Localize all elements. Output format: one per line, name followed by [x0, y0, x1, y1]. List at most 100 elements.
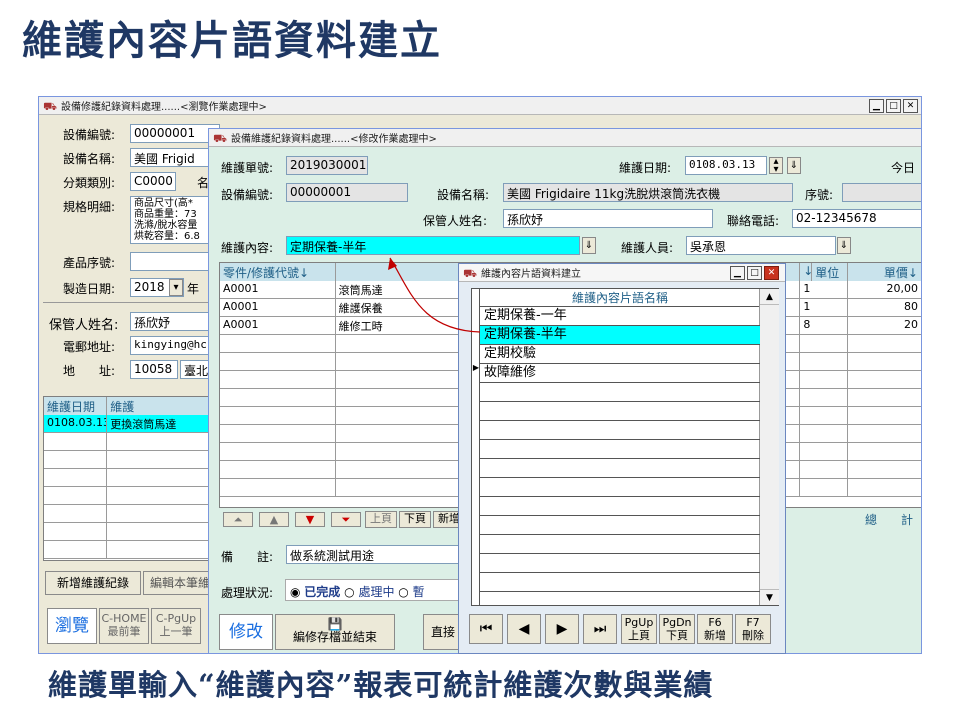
equip-name-field[interactable]: 美國 Frigidaire 11kg洗脫烘滾筒洗衣機 [503, 183, 793, 202]
table-row[interactable] [44, 469, 212, 487]
list-item[interactable] [480, 478, 760, 497]
staff-field[interactable]: 吳承恩 [686, 236, 836, 255]
first-record-button[interactable]: C-HOME 最前筆 [99, 608, 149, 644]
list-item[interactable] [480, 535, 760, 554]
prev-record-icon[interactable]: ◀ [507, 614, 541, 644]
table-row[interactable] [44, 523, 212, 541]
list-item[interactable] [480, 516, 760, 535]
list-item[interactable] [480, 573, 760, 592]
close-icon[interactable]: ✕ [903, 99, 918, 113]
table-row[interactable] [44, 541, 212, 559]
spec-textarea[interactable]: 商品尺寸(高* 商品重量：73 洗滌/脫水容量 烘乾容量：6.8 [130, 196, 220, 244]
seq-field[interactable] [842, 183, 921, 202]
list-item[interactable]: 故障維修 [480, 364, 760, 383]
list-item[interactable] [480, 421, 760, 440]
edit-record-button[interactable]: 編輯本筆維 [143, 571, 217, 595]
first-page-icon[interactable]: ⏶ [223, 512, 253, 527]
spec-line: 商品重量：73 [134, 209, 197, 220]
content-dropdown-arrow-icon[interactable]: ⇓ [582, 237, 596, 254]
category-field[interactable]: C0000 [130, 172, 176, 191]
chevron-down-icon[interactable]: ▾ [169, 279, 183, 296]
list-item[interactable] [480, 383, 760, 402]
zip-field[interactable]: 10058 [130, 360, 178, 379]
phrase-list: 維護內容片語名稱 ▲ ▼ 定期保養-一年 定期保養-半年 定期校驗 故障維修 ▶ [471, 288, 779, 606]
equip-no-label: 設備編號: [63, 128, 116, 142]
delete-phrase-button[interactable]: F7 刪除 [735, 614, 771, 644]
close-button[interactable]: ✕ [764, 266, 779, 280]
minimize-button[interactable]: ▁ [730, 266, 745, 280]
phrase-setup-dialog: ⛟ 維護內容片語資料建立 ▁ □ ✕ 維護內容片語名稱 ▲ ▼ 定期保養-一年 … [458, 263, 786, 654]
window-titlebar: ⛟ 設備維護紀錄資料處理......<修改作業處理中> [209, 129, 921, 147]
app-icon: ⛟ [213, 131, 227, 145]
table-row[interactable] [44, 433, 212, 451]
page-up-button[interactable]: 上頁 [365, 511, 397, 528]
staff-dropdown-arrow-icon[interactable]: ⇓ [837, 237, 851, 254]
list-item[interactable] [480, 459, 760, 478]
mfg-year-unit: 年 [187, 282, 200, 296]
radio-done[interactable]: ◉ [290, 585, 304, 599]
today-label: 今日 [891, 161, 916, 175]
order-date-field[interactable]: 0108.03.13 [685, 156, 767, 175]
radio-processing[interactable]: ○ [344, 585, 358, 599]
email-field[interactable]: kingying@hc [130, 336, 220, 355]
last-page-icon[interactable]: ⏷ [331, 512, 361, 527]
spec-line: 烘乾容量：6.8 [134, 231, 200, 242]
prev-record-button[interactable]: C-PgUp 上一筆 [151, 608, 201, 644]
history-grid: 維護日期 維護 0108.03.13 更換滾筒馬達 [43, 396, 213, 561]
next-page-icon[interactable]: ▼ [295, 512, 325, 527]
keeper-field[interactable]: 孫欣妤 [503, 209, 713, 228]
table-row[interactable] [44, 487, 212, 505]
maximize-button[interactable]: □ [886, 99, 901, 113]
equip-no-field[interactable]: 00000001 [286, 183, 408, 202]
page-down-button[interactable]: 下頁 [399, 511, 431, 528]
key-label: F6 [708, 616, 722, 629]
scroll-up-icon[interactable]: ▲ [760, 289, 779, 305]
prev-page-icon[interactable]: ▲ [259, 512, 289, 527]
date-spinner[interactable]: ▴ ▾ [769, 157, 783, 175]
keeper-field[interactable]: 孫欣妤 [130, 312, 220, 331]
next-record-icon[interactable]: ▶ [545, 614, 579, 644]
first-record-icon[interactable]: ⏮ [469, 614, 503, 644]
add-record-button[interactable]: 新增維護紀錄 [45, 571, 141, 595]
maximize-button[interactable]: □ [747, 266, 762, 280]
date-picker-arrow-icon[interactable]: ⇓ [787, 157, 801, 174]
equip-no-field[interactable]: 00000001 [130, 124, 220, 143]
order-no-field[interactable]: 2019030001 [286, 156, 368, 175]
scroll-down-icon[interactable]: ▼ [760, 589, 779, 605]
mode-edit-indicator: 修改 [219, 614, 273, 650]
table-row[interactable] [44, 451, 212, 469]
mode-browse-indicator: 瀏覽 [47, 608, 97, 644]
last-record-icon[interactable]: ⏭ [583, 614, 617, 644]
phrase-list-header: 維護內容片語名稱 [480, 289, 760, 307]
divider [43, 302, 215, 303]
serial-field[interactable] [130, 252, 220, 271]
save-and-close-button[interactable]: 💾 編修存檔並結束 [275, 614, 395, 650]
list-item[interactable] [480, 554, 760, 573]
add-phrase-button[interactable]: F6 新增 [697, 614, 733, 644]
table-row[interactable]: 0108.03.13 更換滾筒馬達 [44, 415, 212, 433]
spec-line: 商品尺寸(高* [134, 198, 193, 209]
list-item[interactable] [480, 497, 760, 516]
history-col-content: 維護 [107, 397, 212, 415]
list-item[interactable]: 定期保養-一年 [480, 307, 760, 326]
page-down-button[interactable]: PgDn 下頁 [659, 614, 695, 644]
direct-button[interactable]: 直接 [423, 614, 463, 650]
minimize-button[interactable]: ▁ [869, 99, 884, 113]
remark-field[interactable]: 做系統測試用途 [286, 545, 486, 564]
list-item[interactable] [480, 402, 760, 421]
page-up-button[interactable]: PgUp 上頁 [621, 614, 657, 644]
window-titlebar: ⛟ 設備修護紀錄資料處理......<瀏覽作業處理中> [39, 97, 921, 115]
list-item[interactable]: 定期校驗 [480, 345, 760, 364]
list-item-selected[interactable]: 定期保養-半年 [480, 326, 760, 345]
save-button-label: 編修存檔並結束 [292, 630, 377, 644]
parts-cell: A0001 [220, 317, 336, 334]
list-item[interactable] [480, 440, 760, 459]
status-done-label: 已完成 [304, 585, 341, 599]
phone-field[interactable]: 02-12345678 [792, 209, 921, 228]
table-row[interactable] [44, 505, 212, 523]
radio-pending[interactable]: ○ [398, 585, 412, 599]
vertical-scrollbar[interactable]: ▲ ▼ [759, 289, 779, 605]
equip-name-field[interactable]: 美國 Frigid [130, 148, 220, 167]
category-label: 分類類別: [63, 176, 116, 190]
key-label: F7 [746, 616, 760, 629]
